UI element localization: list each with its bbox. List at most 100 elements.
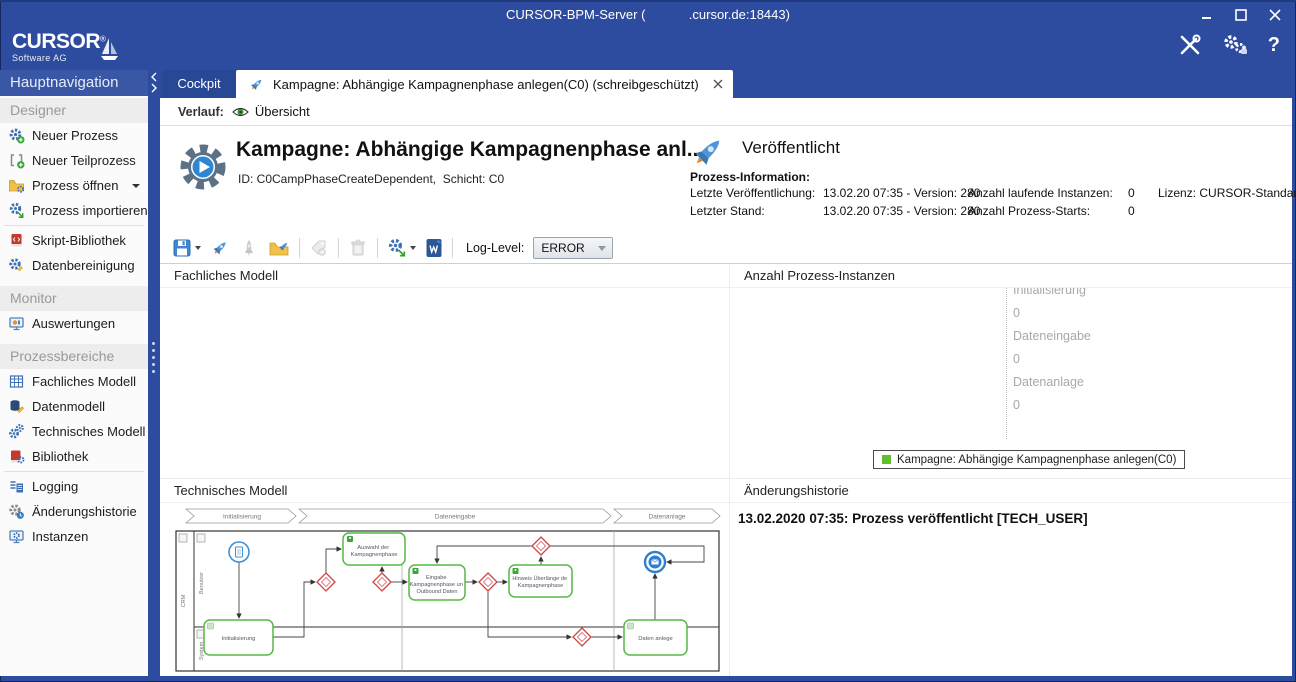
sidebar-item-label: Datenmodell [32,399,105,414]
sidebar-item-datenbereinigung[interactable]: Datenbereinigung [0,253,148,278]
sidebar-item-prozess-importieren[interactable]: Prozess importieren [0,198,148,223]
info-label: Anzahl laufende Instanzen: [968,186,1128,204]
sidebar-collapse-strip [148,70,160,676]
tools-icon[interactable] [1178,33,1202,57]
sidebar-item-prozess-oeffnen[interactable]: Prozess öffnen [0,173,148,198]
sidebar-item-neuer-teilprozess[interactable]: Neuer Teilprozess [0,148,148,173]
collapse-left-icon[interactable] [150,72,158,82]
tab-process[interactable]: Kampagne: Abhängige Kampagnenphase anleg… [236,70,733,98]
brand-name: CURSOR [12,30,100,53]
panel-title: Fachliches Modell [160,264,729,288]
sidebar-item-technisches-modell[interactable]: Technisches Modell [0,419,148,444]
eye-icon [232,106,249,118]
sidebar-item-skript-bibliothek[interactable]: Skript-Bibliothek [0,228,148,253]
sidebar-item-instanzen[interactable]: Instanzen [0,524,148,549]
phase-label: Datenanlage [649,513,686,520]
script-book-icon [8,232,25,249]
settings-gears-icon[interactable] [1222,33,1248,57]
tab-close-icon[interactable] [713,79,723,89]
publish-rocket-icon [210,238,230,258]
section-designer: Designer [0,98,148,123]
delete-button-disabled[interactable] [348,238,368,258]
tag-icon [309,238,329,258]
open-published-button[interactable] [268,238,290,258]
sidebar-item-logging[interactable]: Logging [0,474,148,499]
gear-cleanup-icon [8,257,25,274]
panel-title: Änderungshistorie [730,479,1292,503]
info-value: Lizenz: CURSOR-Standard [1158,186,1296,204]
chart-category: Dateneingabe [1013,325,1091,348]
application-window: CURSOR-BPM-Server ( .cursor.de:18443) CU… [0,0,1296,682]
minimize-button[interactable] [1192,5,1222,25]
info-value: 13.02.20 07:35 - Version: 280 [823,204,968,222]
gear-arrow-icon [387,238,407,258]
lane-label: Benutzer [199,572,205,594]
panel-aenderungshistorie: Änderungshistorie 13.02.2020 07:35: Proz… [729,478,1292,676]
process-info-label: Prozess-Information: [690,170,810,184]
process-info-grid: Letzte Veröffentlichung: 13.02.20 07:35 … [690,186,1296,222]
info-label: Letzte Veröffentlichung: [690,186,823,204]
gear-import-icon [8,202,25,219]
close-button[interactable] [1260,5,1290,25]
breadcrumb-label: Übersicht [255,104,310,119]
monitor-gear-icon [8,528,25,545]
panel-title: Technisches Modell [160,479,729,503]
sidebar-item-label: Fachliches Modell [32,374,136,389]
loglevel-select[interactable]: ERROR [533,237,613,259]
sidebar-item-label: Prozess importieren [32,203,148,218]
monitor-chart-icon [8,315,25,332]
sidebar: Designer Neuer Prozess Neuer Teilprozess… [0,96,148,676]
info-label: Letzter Stand: [690,204,823,222]
splitter-handle[interactable] [152,342,155,373]
sidebar-item-bibliothek[interactable]: Bibliothek [0,444,148,469]
sidebar-item-datenmodell[interactable]: Datenmodell [0,394,148,419]
loglevel-label: Log-Level: [466,241,524,255]
help-icon[interactable]: ? [1268,34,1280,56]
info-value: 0 [1128,186,1158,204]
panel-anzahl-instanzen: Anzahl Prozess-Instanzen Initialisierung… [729,264,1292,478]
word-export-button[interactable] [425,238,443,258]
publish-button[interactable] [210,238,230,258]
sidebar-item-label: Bibliothek [32,449,88,464]
unpublish-button[interactable] [239,238,259,258]
breadcrumb-uebersicht[interactable]: Übersicht [232,104,310,119]
info-value [1158,204,1296,222]
sidebar-item-neuer-prozess[interactable]: Neuer Prozess [0,123,148,148]
unpublish-rocket-icon [239,238,259,258]
rocket-icon [248,76,265,93]
process-actions-button[interactable] [387,238,416,258]
log-list-icon [8,478,25,495]
submenu-caret-icon [132,184,140,188]
sidebar-item-fachliches-modell[interactable]: Fachliches Modell [0,369,148,394]
tab-label: Kampagne: Abhängige Kampagnenphase anleg… [273,77,699,92]
verlauf-label: Verlauf: [178,105,224,119]
tab-cockpit[interactable]: Cockpit [162,70,236,98]
panel-technisches-modell: Technisches Modell Initialis [160,478,729,676]
info-value: 0 [1128,204,1158,222]
folder-gear-icon [8,177,25,194]
loglevel-value: ERROR [541,241,584,255]
dashboard-grid: Fachliches Modell Anzahl Prozess-Instanz… [160,264,1292,676]
chart-category: Datenanlage [1013,371,1091,394]
process-title: Kampagne: Abhängige Kampagnenphase anl..… [236,138,704,162]
gear-history-icon [8,503,25,520]
maximize-button[interactable] [1226,5,1256,25]
pool-label: CRM [181,594,187,607]
bpmn-diagram[interactable]: Initialisierung Dateneingabe Datenanlage [174,505,722,675]
tag-button-disabled[interactable] [309,238,329,258]
sidebar-item-label: Prozess öffnen [32,178,118,193]
save-icon [172,238,192,258]
expand-right-icon[interactable] [150,83,158,93]
fachliches-modell-body[interactable] [160,288,729,478]
main-area: Cockpit Kampagne: Abhängige Kampagnenpha… [160,70,1292,676]
save-button[interactable] [172,238,201,258]
chart-value: 0 [1013,348,1091,371]
sidebar-item-label: Auswertungen [32,316,115,331]
gear-plus-icon [8,127,25,144]
toolbar-separator [377,238,378,258]
section-monitor: Monitor [0,286,148,311]
svg-text:Auswahl der Ka: Auswahl der Kampagnenphase [350,545,397,558]
svg-text:Daten anlege: Daten anlege [638,636,673,642]
sidebar-item-aenderungshistorie[interactable]: Änderungshistorie [0,499,148,524]
sidebar-item-auswertungen[interactable]: Auswertungen [0,311,148,336]
